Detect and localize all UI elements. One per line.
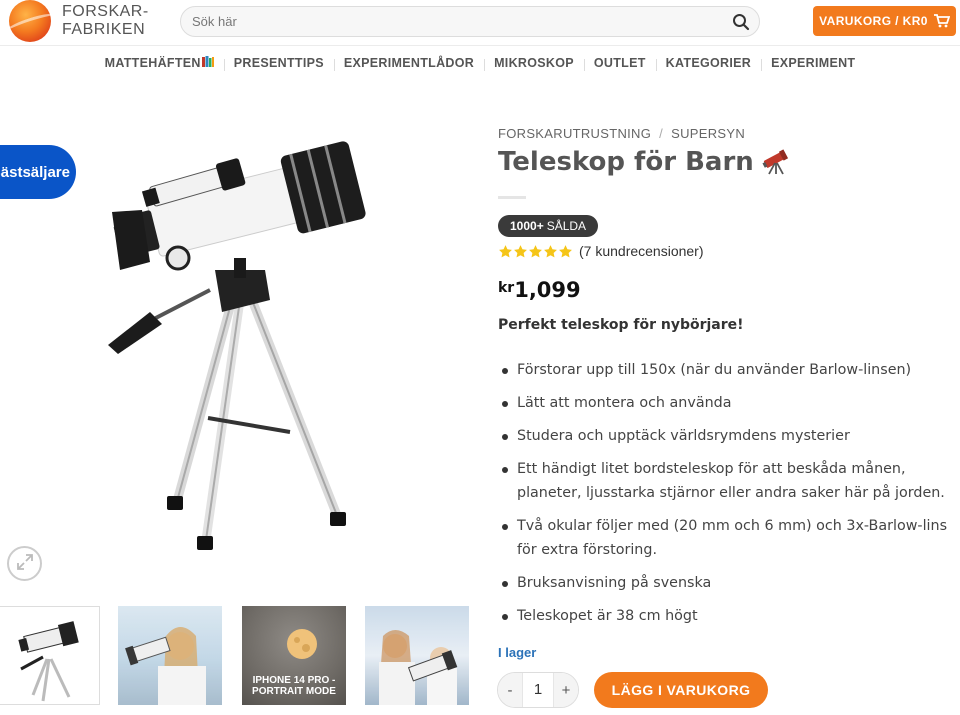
thumbnail-2[interactable] — [118, 606, 222, 705]
main-nav: MATTEHÄFTEN PRESENTTIPS EXPERIMENTLÅDOR … — [0, 50, 960, 76]
add-to-cart-button[interactable]: LÄGG I VARUKORG — [594, 672, 768, 708]
nav-item-mikroskop[interactable]: MIKROSKOP — [484, 56, 584, 71]
star-icon — [544, 244, 557, 257]
quantity-decrease-button[interactable]: - — [498, 673, 522, 707]
sold-count: 1000+ — [510, 219, 544, 233]
price-amount: 1,099 — [514, 278, 581, 302]
feature-item: Studera och upptäck världsrymdens myster… — [498, 424, 960, 448]
feature-item: Lätt att montera och använda — [498, 391, 960, 415]
search-icon[interactable] — [723, 6, 759, 37]
reviews-link[interactable]: (7 kundrecensioner) — [579, 243, 704, 259]
logo-line-2: FABRIKEN — [62, 21, 146, 38]
feature-item: Förstorar upp till 150x (när du använder… — [498, 358, 960, 382]
site-header: FORSKAR- FABRIKEN VARUKORG / KR0 — [0, 0, 960, 46]
nav-item-experimentlador[interactable]: EXPERIMENTLÅDOR — [333, 56, 484, 71]
telescope-product-photo — [108, 141, 366, 550]
site-logo[interactable]: FORSKAR- FABRIKEN — [9, 0, 159, 42]
breadcrumb-separator: / — [659, 126, 664, 141]
product-title-text: Teleskop för Barn — [498, 147, 754, 177]
search-bar — [180, 6, 760, 37]
zoom-button[interactable] — [7, 546, 42, 581]
stock-status: I lager — [498, 645, 537, 660]
breadcrumb-link-category[interactable]: FORSKARUTRUSTNING — [498, 126, 651, 141]
sold-label: SÅLDA — [546, 219, 587, 233]
feature-list: Förstorar upp till 150x (när du använder… — [498, 358, 960, 637]
quantity-input[interactable]: 1 — [522, 673, 554, 707]
feature-item: Teleskopet är 38 cm högt — [498, 604, 960, 628]
product-rating: (7 kundrecensioner) — [498, 243, 704, 259]
nav-item-kategorier[interactable]: KATEGORIER — [655, 56, 761, 71]
thumbnail-1[interactable] — [0, 606, 100, 705]
product-lead: Perfekt teleskop för nybörjare! — [498, 317, 744, 333]
zoom-icon — [16, 553, 34, 575]
thumbnail-telescope-image — [18, 621, 79, 702]
quantity-stepper: - 1 + — [497, 672, 579, 708]
nav-item-presenttips[interactable]: PRESENTTIPS — [223, 56, 334, 71]
breadcrumb: FORSKARUTRUSTNING / SUPERSYN — [498, 126, 745, 141]
bestseller-badge: Bästsäljare — [0, 145, 76, 199]
logo-mark-icon — [9, 0, 51, 42]
feature-item: Bruksanvisning på svenska — [498, 571, 960, 595]
feature-item: Ett händigt litet bordsteleskop för att … — [498, 457, 960, 505]
cart-icon — [933, 14, 950, 28]
cart-button[interactable]: VARUKORG / KR0 — [813, 6, 956, 36]
star-icon — [514, 244, 527, 257]
logo-text: FORSKAR- FABRIKEN — [62, 3, 149, 39]
feature-item: Två okular följer med (20 mm och 6 mm) o… — [498, 514, 960, 562]
sold-badge: 1000+ SÅLDA — [498, 215, 599, 237]
cart-label: VARUKORG / KR0 — [819, 14, 928, 28]
thumbnail-4[interactable] — [365, 606, 469, 705]
star-icon — [499, 244, 512, 257]
thumbnail-child-using-telescope — [125, 627, 206, 705]
books-icon — [201, 56, 214, 70]
thumbnail-3[interactable]: IPHONE 14 PRO - PORTRAIT MODE — [242, 606, 346, 705]
rating-stars — [498, 244, 573, 259]
star-icon — [559, 244, 572, 257]
price-currency: kr — [498, 280, 515, 296]
nav-item-mattehaften[interactable]: MATTEHÄFTEN — [95, 56, 224, 70]
search-input[interactable] — [181, 7, 723, 36]
nav-item-experiment[interactable]: EXPERIMENT — [761, 56, 865, 71]
star-icon — [529, 244, 542, 257]
product-price: kr 1,099 — [498, 278, 581, 302]
breadcrumb-link-brand[interactable]: SUPERSYN — [671, 126, 745, 141]
title-divider — [498, 196, 526, 199]
nav-item-outlet[interactable]: OUTLET — [583, 56, 656, 71]
nav-label: MATTEHÄFTEN — [104, 56, 201, 70]
thumbnail-caption-line-2: PORTRAIT MODE — [252, 686, 336, 697]
thumbnail-caption-line-1: IPHONE 14 PRO - — [252, 675, 336, 686]
thumbnail-caption: IPHONE 14 PRO - PORTRAIT MODE — [242, 675, 346, 697]
product-title: Teleskop för Barn — [498, 147, 790, 177]
logo-line-1: FORSKAR- — [62, 3, 149, 20]
thumbnail-kids-with-telescope — [379, 630, 458, 705]
telescope-icon — [762, 149, 790, 175]
product-main-image[interactable] — [0, 118, 468, 596]
quantity-increase-button[interactable]: + — [554, 673, 578, 707]
